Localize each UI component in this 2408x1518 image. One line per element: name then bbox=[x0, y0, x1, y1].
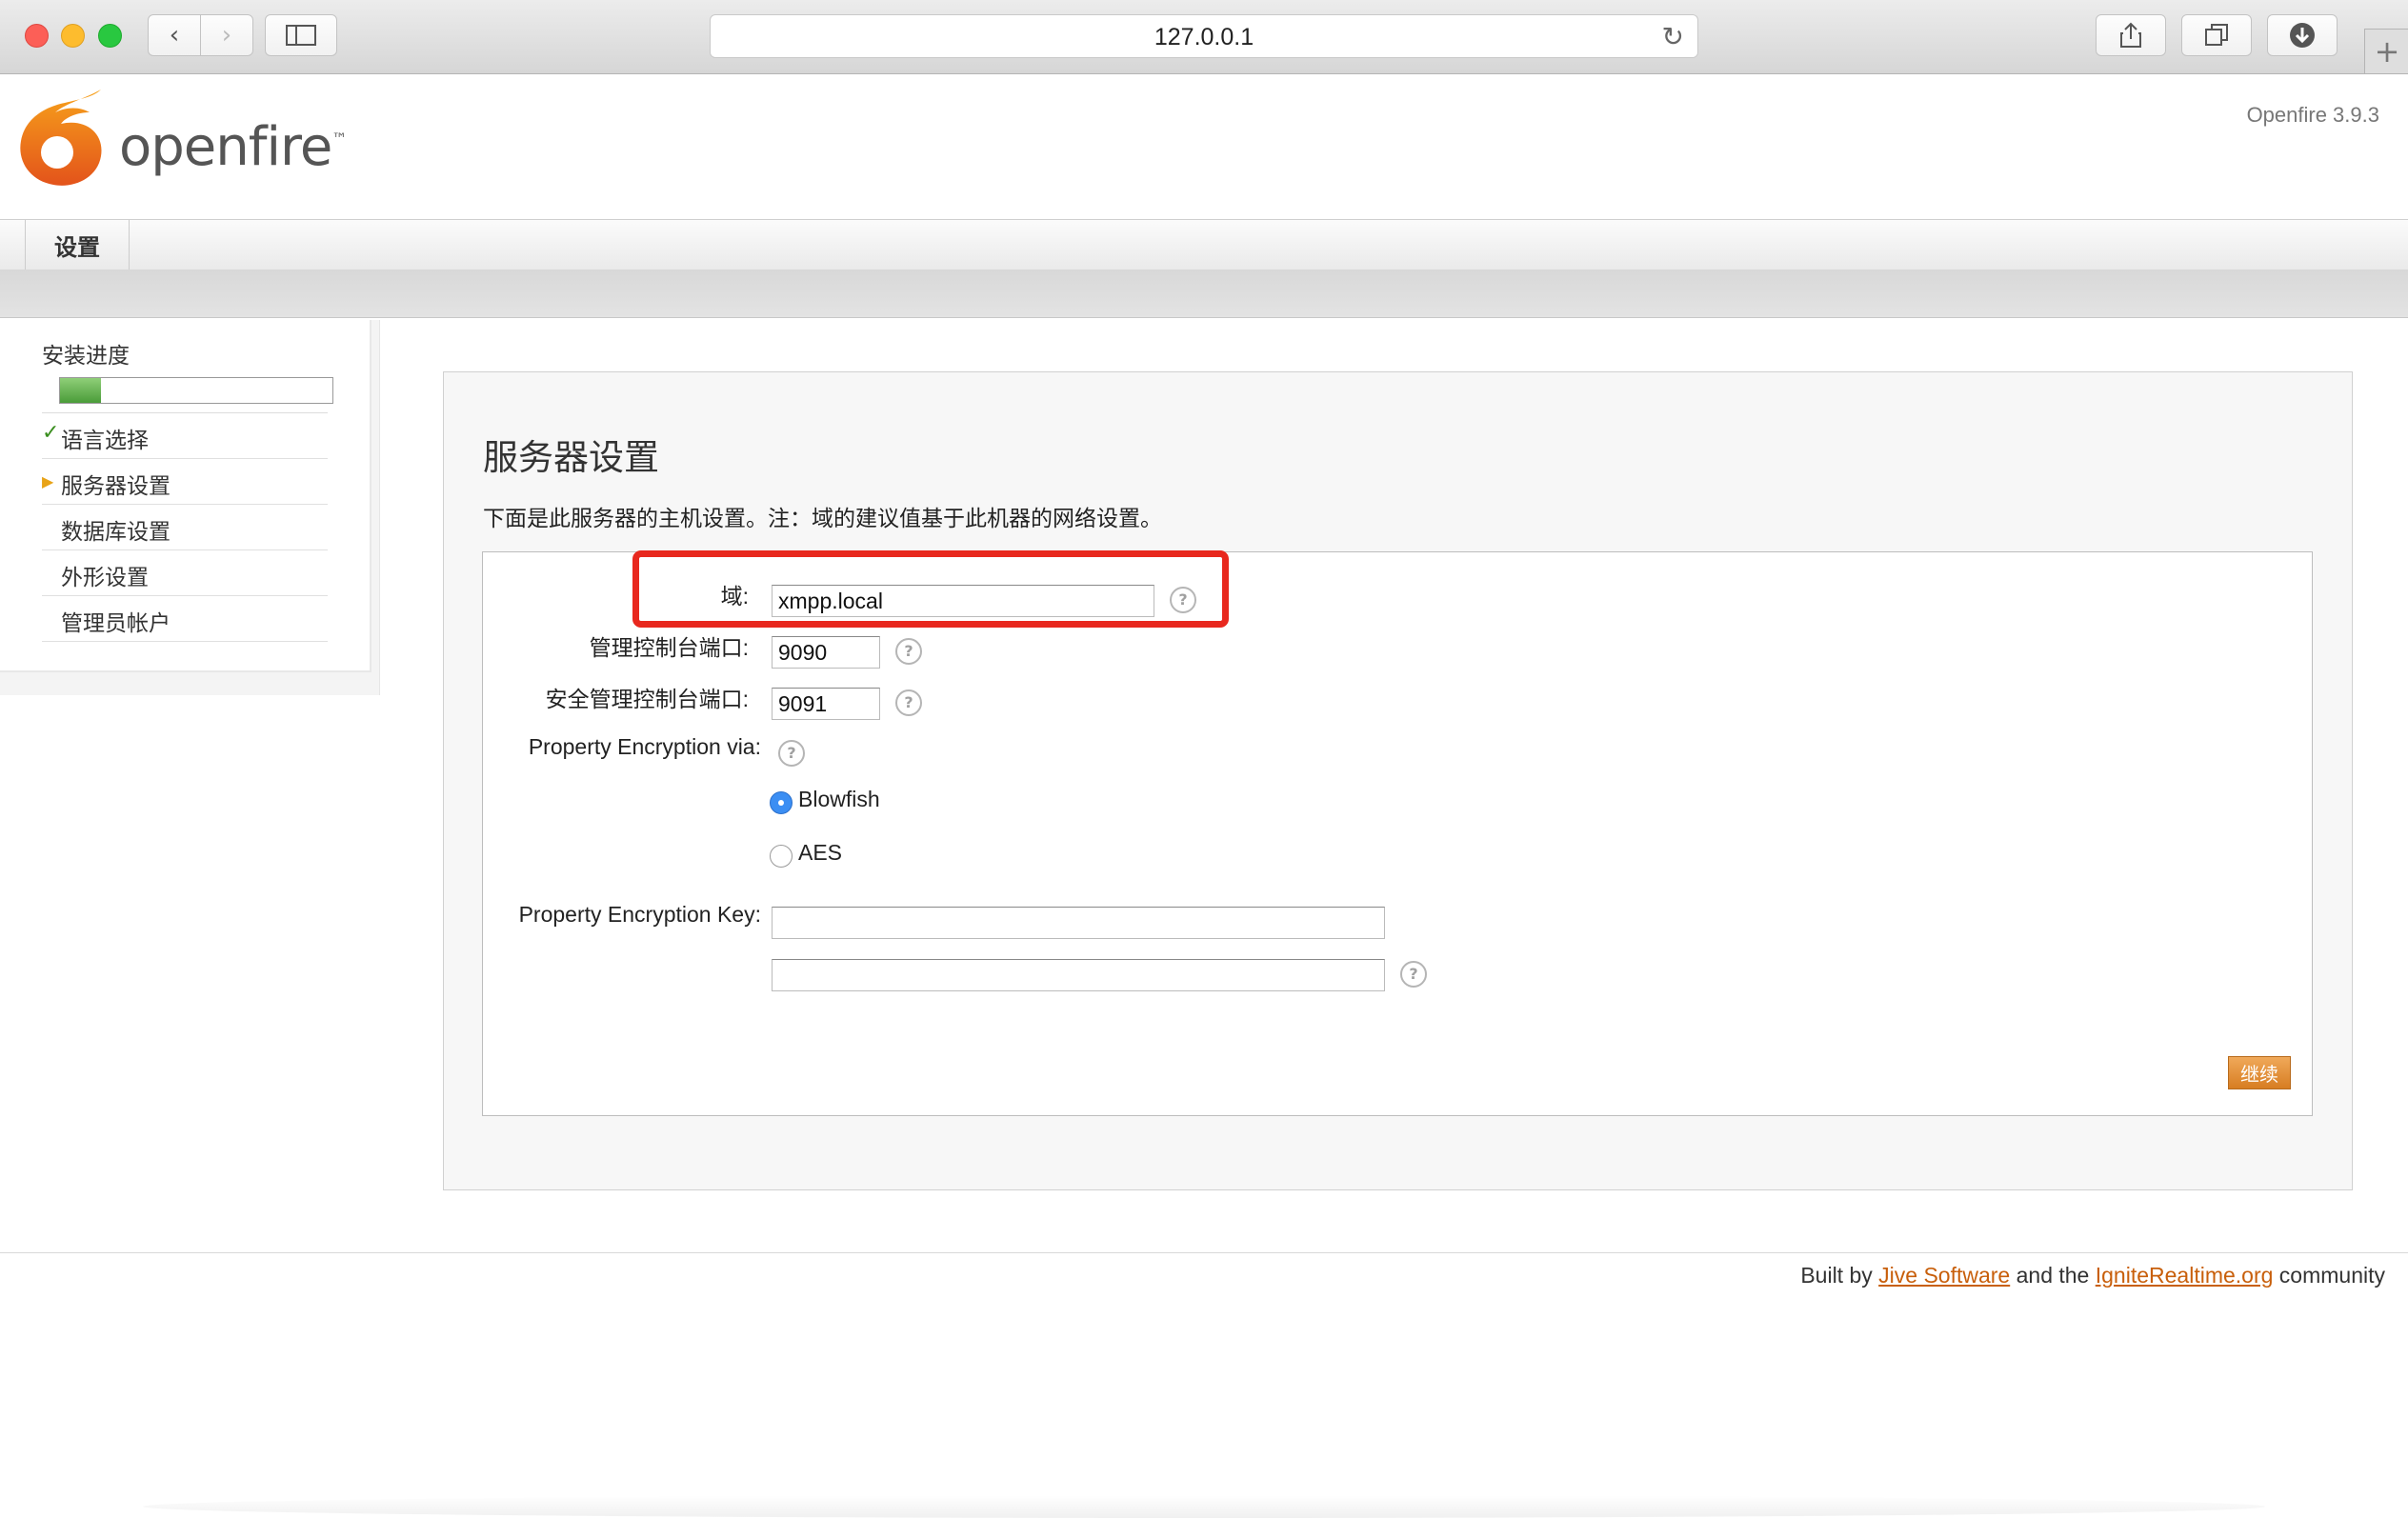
footer-prefix: Built by bbox=[1800, 1263, 1879, 1288]
help-icon[interactable]: ? bbox=[895, 638, 922, 665]
step-label: 外形设置 bbox=[61, 566, 149, 590]
new-tab-button[interactable]: + bbox=[2364, 29, 2408, 73]
encryption-key-confirm-input[interactable] bbox=[772, 959, 1385, 991]
setup-sidebar: 安装进度 ✓ 语言选择 ▶ 服务器设置 数据库设置 外形设置 管理员帐户 bbox=[0, 320, 380, 695]
current-step-arrow-icon: ▶ bbox=[42, 472, 54, 490]
chevron-left-icon: ‹ bbox=[169, 21, 180, 50]
encryption-via-label: Property Encryption via: bbox=[528, 734, 761, 759]
help-icon[interactable]: ? bbox=[895, 689, 922, 716]
step-profile-settings: 外形设置 bbox=[42, 550, 328, 596]
tab-setup[interactable]: 设置 bbox=[25, 220, 130, 270]
setup-progress-panel: 安装进度 ✓ 语言选择 ▶ 服务器设置 数据库设置 外形设置 管理员帐户 bbox=[0, 320, 371, 672]
chevron-right-icon: › bbox=[221, 21, 232, 50]
page-description: 下面是此服务器的主机设置。注：域的建议值基于此机器的网络设置。 bbox=[483, 507, 1162, 531]
secure-admin-port-label: 安全管理控制台端口: bbox=[545, 687, 749, 711]
help-icon[interactable]: ? bbox=[1400, 961, 1427, 988]
domain-highlight-annotation bbox=[632, 550, 1229, 628]
aes-label: AES bbox=[798, 840, 843, 865]
server-settings-form bbox=[482, 551, 2313, 1116]
progress-title: 安装进度 bbox=[42, 344, 130, 369]
zoom-window-button[interactable] bbox=[98, 24, 122, 48]
download-icon bbox=[2290, 23, 2315, 48]
step-admin-account: 管理员帐户 bbox=[42, 596, 328, 642]
sub-nav-bar bbox=[0, 270, 2408, 318]
share-icon bbox=[2120, 22, 2141, 48]
address-bar[interactable]: 127.0.0.1 ↻ bbox=[710, 14, 1698, 58]
plus-icon: + bbox=[2374, 33, 2400, 70]
step-database-settings: 数据库设置 bbox=[42, 505, 328, 550]
progress-bar-fill bbox=[60, 378, 101, 403]
igniterealtime-link[interactable]: IgniteRealtime.org bbox=[2096, 1263, 2274, 1288]
close-window-button[interactable] bbox=[25, 24, 49, 48]
continue-button[interactable]: 继续 bbox=[2228, 1056, 2291, 1089]
admin-port-input[interactable] bbox=[772, 636, 880, 669]
footer-suffix: community bbox=[2273, 1263, 2385, 1288]
address-url: 127.0.0.1 bbox=[1154, 24, 1254, 50]
back-button[interactable]: ‹ bbox=[148, 14, 201, 56]
reload-icon[interactable]: ↻ bbox=[1662, 21, 1684, 52]
help-icon[interactable]: ? bbox=[778, 740, 805, 767]
encryption-key-input[interactable] bbox=[772, 907, 1385, 939]
setup-steps: ✓ 语言选择 ▶ 服务器设置 数据库设置 外形设置 管理员帐户 bbox=[42, 412, 328, 642]
admin-port-label: 管理控制台端口: bbox=[589, 635, 749, 660]
encryption-key-label: Property Encryption Key: bbox=[518, 902, 761, 927]
version-label: Openfire 3.9.3 bbox=[2246, 103, 2379, 127]
tabs-icon bbox=[2205, 24, 2228, 46]
secure-admin-port-input[interactable] bbox=[772, 688, 880, 720]
step-label: 数据库设置 bbox=[61, 520, 171, 545]
forward-button[interactable]: › bbox=[200, 14, 253, 56]
blowfish-label: Blowfish bbox=[798, 787, 880, 811]
main-tab-bar: 设置 bbox=[0, 219, 2408, 270]
footer-divider bbox=[0, 1252, 2408, 1253]
jive-software-link[interactable]: Jive Software bbox=[1878, 1263, 2010, 1288]
progress-bar bbox=[59, 377, 333, 404]
page-title: 服务器设置 bbox=[483, 437, 659, 478]
footer-middle: and the bbox=[2010, 1263, 2096, 1288]
step-label: 语言选择 bbox=[61, 429, 149, 453]
downloads-button[interactable] bbox=[2267, 14, 2338, 56]
footer: Built by Jive Software and the IgniteRea… bbox=[1800, 1263, 2385, 1288]
step-language: ✓ 语言选择 bbox=[42, 413, 328, 459]
show-tabs-button[interactable] bbox=[2181, 14, 2252, 56]
window-bottom-shadow bbox=[143, 1495, 2265, 1518]
sidebar-toggle-button[interactable] bbox=[265, 14, 337, 56]
step-label: 服务器设置 bbox=[61, 474, 171, 499]
checkmark-icon: ✓ bbox=[42, 421, 60, 445]
browser-toolbar: ‹ › 127.0.0.1 ↻ + bbox=[0, 0, 2408, 74]
minimize-window-button[interactable] bbox=[61, 24, 85, 48]
openfire-logo-icon bbox=[20, 90, 102, 186]
sidebar-icon bbox=[286, 25, 316, 46]
step-label: 管理员帐户 bbox=[61, 611, 171, 636]
brand-name: openfire™ bbox=[119, 116, 347, 178]
step-server-settings: ▶ 服务器设置 bbox=[42, 459, 328, 505]
aes-radio[interactable] bbox=[770, 845, 793, 868]
blowfish-radio[interactable] bbox=[770, 791, 793, 814]
share-button[interactable] bbox=[2096, 14, 2166, 56]
